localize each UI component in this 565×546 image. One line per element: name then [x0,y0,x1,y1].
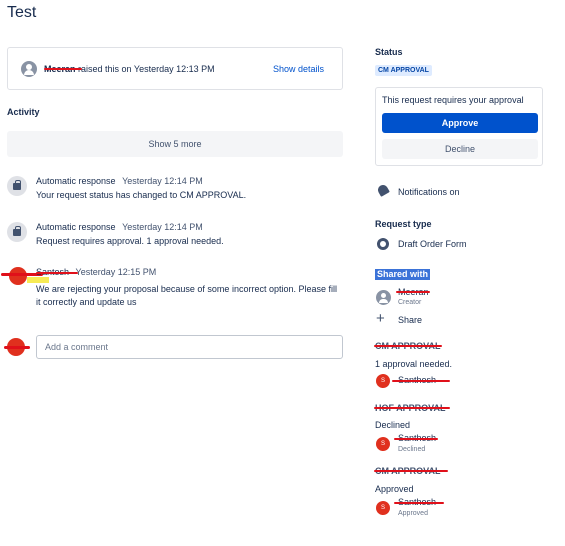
approval-stage-status: Declined [375,420,411,430]
shared-with-label: Shared with [375,269,431,280]
page-title: Test [7,4,37,21]
redaction-mark [374,345,442,347]
status-badge[interactable]: CM APPROVAL [375,65,432,76]
approver-avatar: S [376,437,390,451]
activity-body: Request requires approval. 1 approval ne… [36,236,224,246]
approval-stage-status: Approved [375,484,414,494]
reporter-avatar-icon [21,61,37,77]
approver-avatar: S [376,501,390,515]
request-raised-box: Meeran raised this on Yesterday 12:13 PM… [7,47,343,90]
redaction-mark [392,380,450,382]
shopping-bag-icon [7,176,27,196]
shopping-bag-icon [7,222,27,242]
raised-text: raised this on Yesterday 12:13 PM [78,64,215,74]
activity-header: Automatic response Yesterday 12:14 PM [36,222,203,232]
redaction-mark [374,407,450,409]
status-label: Status [375,47,403,57]
show-more-button[interactable]: Show 5 more [7,131,343,157]
activity-body: Your request status has changed to CM AP… [36,190,247,200]
approval-panel: This request requires your approval Appr… [375,87,543,166]
redaction-mark [36,272,78,274]
commenter-avatar [9,267,27,285]
activity-time[interactable]: Yesterday 12:15 PM [76,267,157,277]
activity-time[interactable]: Yesterday 12:14 PM [122,176,203,186]
plus-icon: + [376,310,385,327]
request-type-value: Draft Order Form [398,239,467,249]
approval-message: This request requires your approval [382,95,524,105]
activity-author: Automatic response [36,176,116,186]
redaction-mark [394,502,444,504]
activity-body: We are rejecting your proposal because o… [36,284,337,307]
redaction-mark [396,291,430,293]
notifications-toggle[interactable]: Notifications on [398,187,460,197]
activity-heading: Activity [7,107,40,117]
bell-icon [376,183,390,197]
approver-status: Declined [398,446,426,453]
request-type-label: Request type [375,219,432,229]
redaction-mark [4,346,30,349]
share-button[interactable]: Share [398,315,422,325]
lifebuoy-icon [377,238,389,250]
redaction-mark [374,470,448,472]
show-details-link[interactable]: Show details [273,64,324,74]
approver-status: Approved [398,510,428,517]
approver-avatar: S [376,374,390,388]
redaction-mark [394,438,438,440]
comment-input[interactable]: Add a comment [36,335,343,359]
redaction-mark [44,68,82,70]
decline-button[interactable]: Decline [382,139,538,159]
approve-button[interactable]: Approve [382,113,538,133]
creator-avatar-icon [376,290,391,305]
activity-time[interactable]: Yesterday 12:14 PM [122,222,203,232]
activity-author: Automatic response [36,222,116,232]
activity-header: Automatic response Yesterday 12:14 PM [36,176,203,186]
creator-role: Creator [398,299,422,306]
approval-stage-status: 1 approval needed. [375,359,453,369]
